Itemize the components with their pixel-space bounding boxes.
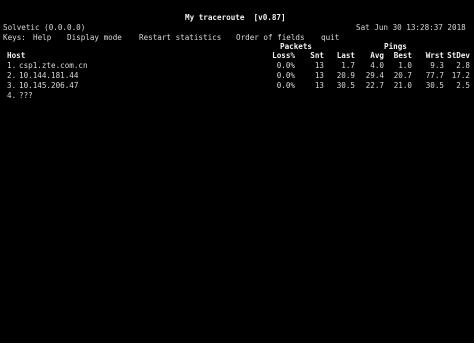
hop-wrst: 9.3 <box>430 61 444 70</box>
hop-snt: 13 <box>314 61 324 70</box>
hop-avg: 4.0 <box>370 61 384 70</box>
hop-number: 3. <box>7 81 17 90</box>
hop-loss: 0.0% <box>276 81 295 90</box>
hop-number: 2. <box>7 71 17 80</box>
hop-best: 21.0 <box>393 81 412 90</box>
hop-row: 1. csp1.zte.com.cn 0.0% 13 1.7 4.0 1.0 9… <box>0 61 474 71</box>
hop-last: 1.7 <box>341 61 355 70</box>
key-display-mode[interactable]: Display mode <box>67 33 122 43</box>
local-host-label: Solvetic (0.0.0.0) <box>3 23 86 32</box>
hop-wrst: 30.5 <box>425 81 444 90</box>
hop-avg: 22.7 <box>365 81 384 90</box>
hop-snt: 13 <box>314 71 324 80</box>
hop-loss: 0.0% <box>276 71 295 80</box>
column-header-loss: Loss% <box>272 51 295 60</box>
hop-number: 4. <box>7 91 17 100</box>
hop-last: 20.9 <box>336 71 355 80</box>
hop-loss: 0.0% <box>276 61 295 70</box>
key-restart-statistics[interactable]: Restart statistics <box>139 33 221 43</box>
hop-row: 3. 10.145.206.47 0.0% 13 30.5 22.7 21.0 … <box>0 81 474 91</box>
column-header-snt: Snt <box>310 51 324 60</box>
column-header-last: Last <box>336 51 355 60</box>
hop-last: 30.5 <box>336 81 355 90</box>
hop-snt: 13 <box>314 81 324 90</box>
hop-stdev: 2.8 <box>456 61 470 70</box>
datetime-label: Sat Jun 30 13:28:37 2018 <box>356 23 466 32</box>
column-header-wrst: Wrst <box>425 51 444 60</box>
hop-host: ??? <box>19 91 33 100</box>
column-header-best: Best <box>393 51 412 60</box>
hop-best: 20.7 <box>393 71 412 80</box>
hop-avg: 29.4 <box>365 71 384 80</box>
key-help[interactable]: Help <box>33 33 51 43</box>
hop-number: 1. <box>7 61 17 70</box>
key-quit[interactable]: quit <box>321 33 339 43</box>
column-header-stdev: StDev <box>447 51 470 60</box>
app-title: My traceroute [v0.87] <box>185 13 286 22</box>
hop-wrst: 77.7 <box>425 71 444 80</box>
hop-best: 1.0 <box>398 61 412 70</box>
keys-label: Keys: <box>3 33 26 42</box>
hop-host: 10.144.181.44 <box>19 71 79 80</box>
column-header-host: Host <box>7 51 26 60</box>
column-header-avg: Avg <box>370 51 384 60</box>
terminal-window[interactable]: My traceroute [v0.87] Solvetic (0.0.0.0)… <box>0 0 474 343</box>
hop-host: csp1.zte.com.cn <box>19 61 88 70</box>
hop-stdev: 17.2 <box>451 71 470 80</box>
hop-row: 2. 10.144.181.44 0.0% 13 20.9 29.4 20.7 … <box>0 71 474 81</box>
hop-row: 4. ??? <box>0 91 474 101</box>
hop-host: 10.145.206.47 <box>19 81 79 90</box>
hop-stdev: 2.5 <box>456 81 470 90</box>
